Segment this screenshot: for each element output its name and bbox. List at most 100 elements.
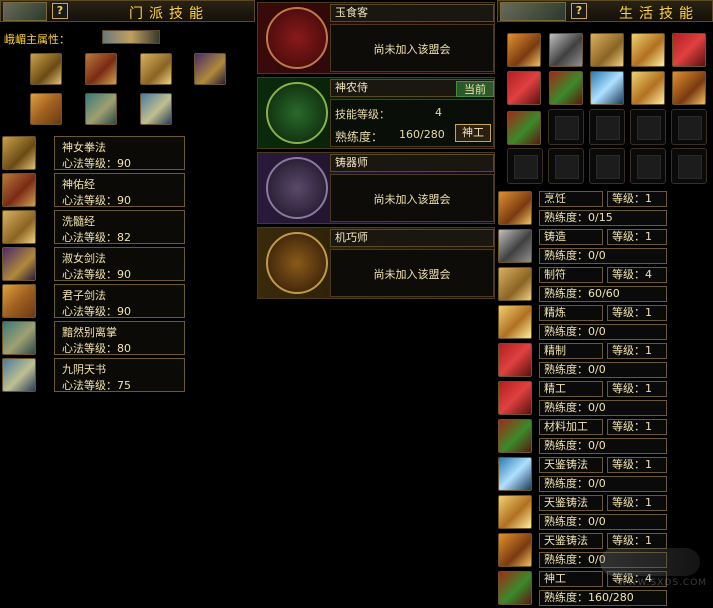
- profession-info: 技能等级： 4 熟练度： 160/280 神工: [330, 99, 494, 147]
- watermark-logo: WWW.SXDS.COM: [600, 548, 710, 592]
- skill-level-label: 技能等级：: [335, 108, 390, 121]
- sect-icon-area: [0, 45, 255, 133]
- sect-skill-row[interactable]: 黯然别离掌 心法等级：80: [54, 321, 185, 355]
- cooking-icon[interactable]: [507, 33, 541, 67]
- sect-skill-row[interactable]: 神女拳法心法等级：90: [54, 136, 185, 170]
- life-skill-level: 等级：4: [607, 267, 667, 283]
- skill-level: 心法等级：82: [62, 231, 131, 244]
- life-skill-level: 等级：1: [607, 419, 667, 435]
- profession-name: 机巧师: [330, 229, 494, 247]
- sect-skill-row[interactable]: 君子剑法心法等级：90: [54, 284, 185, 318]
- empty-slot: [671, 109, 707, 145]
- skill-book-icon[interactable]: [140, 53, 172, 85]
- skill-name: 神佑经: [62, 178, 95, 191]
- tianjian-icon[interactable]: [498, 533, 532, 567]
- shengong-icon[interactable]: [507, 111, 541, 145]
- life-skill-level: 等级：1: [607, 533, 667, 549]
- tianjian-icon[interactable]: [672, 71, 706, 105]
- sect-skill-row[interactable]: 洗髓经 心法等级：82: [54, 210, 185, 244]
- refining-icon[interactable]: [498, 305, 532, 339]
- skill-level: 心法等级：90: [62, 194, 131, 207]
- empty-slot: [630, 148, 666, 184]
- crafting-icon[interactable]: [672, 33, 706, 67]
- crafting-icon[interactable]: [498, 343, 532, 377]
- help-button[interactable]: ?: [52, 3, 68, 19]
- profession-card-current[interactable]: 神农侍 当前 技能等级： 4 熟练度： 160/280 神工: [257, 77, 495, 149]
- skill-level: 心法等级：80: [62, 342, 131, 355]
- life-skills-header: ? 生活技能: [497, 0, 713, 22]
- forging-icon[interactable]: [549, 33, 583, 67]
- skill-book-icon[interactable]: [30, 53, 62, 85]
- tianjian-icon[interactable]: [498, 457, 532, 491]
- life-skill-name: 铸造: [539, 229, 603, 245]
- skill-book-icon[interactable]: [140, 93, 172, 125]
- sect-skill-row[interactable]: 九阴天书 心法等级：75: [54, 358, 185, 392]
- skill-book-icon[interactable]: [2, 247, 36, 281]
- dragon-emblem-icon: [266, 7, 328, 69]
- sect-skills-title: 门派技能: [129, 6, 209, 22]
- craftwork-icon[interactable]: [498, 381, 532, 415]
- empty-slot: [589, 148, 625, 184]
- life-skill-level: 等级：1: [607, 229, 667, 245]
- shengong-button[interactable]: 神工: [455, 124, 491, 142]
- talisman-icon[interactable]: [590, 33, 624, 67]
- material-icon[interactable]: [549, 71, 583, 105]
- tianjian-icon[interactable]: [590, 71, 624, 105]
- watermark-text: WWW.SXDS.COM: [618, 578, 708, 588]
- talisman-icon[interactable]: [498, 267, 532, 301]
- empty-slot: [671, 148, 707, 184]
- profession-card[interactable]: 玉食客 尚未加入该盟会: [257, 2, 495, 74]
- forging-icon[interactable]: [498, 229, 532, 263]
- tianjian-icon[interactable]: [631, 71, 665, 105]
- refining-icon[interactable]: [631, 33, 665, 67]
- skill-book-icon[interactable]: [85, 53, 117, 85]
- sect-skill-row[interactable]: 神佑经心法等级：90: [54, 173, 185, 207]
- sect-skill-row[interactable]: 淑女剑法 心法等级：90: [54, 247, 185, 281]
- skill-level: 心法等级：75: [62, 379, 131, 392]
- attribute-icon: [102, 30, 160, 44]
- proficiency-value: 160/280: [399, 128, 445, 141]
- life-skill-name: 天鉴铸法: [539, 457, 603, 473]
- forge-emblem-icon: [266, 157, 328, 219]
- profession-card[interactable]: 机巧师 尚未加入该盟会: [257, 227, 495, 299]
- profession-info: 尚未加入该盟会: [330, 174, 494, 222]
- skill-book-icon[interactable]: [2, 173, 36, 207]
- life-skill-name: 神工: [539, 571, 603, 587]
- profession-card[interactable]: 铸器师 尚未加入该盟会: [257, 152, 495, 224]
- panel-thumbnail: [3, 2, 47, 21]
- skill-level: 心法等级：90: [62, 305, 131, 318]
- skill-level: 心法等级：90: [62, 157, 131, 170]
- skill-book-icon[interactable]: [2, 358, 36, 392]
- life-skill-name: 制符: [539, 267, 603, 283]
- life-skill-level: 等级：1: [607, 305, 667, 321]
- life-skill-level: 等级：1: [607, 495, 667, 511]
- cooking-icon[interactable]: [498, 191, 532, 225]
- empty-slot: [630, 109, 666, 145]
- skill-book-icon[interactable]: [30, 93, 62, 125]
- current-badge: 当前: [456, 81, 494, 97]
- skill-book-icon[interactable]: [2, 321, 36, 355]
- skill-book-icon[interactable]: [194, 53, 226, 85]
- life-skill-proficiency: 熟练度：0/0: [539, 400, 667, 416]
- life-skill-proficiency: 熟练度：0/0: [539, 476, 667, 492]
- life-skill-name: 精炼: [539, 305, 603, 321]
- life-skill-proficiency: 熟练度：0/0: [539, 514, 667, 530]
- material-icon[interactable]: [498, 419, 532, 453]
- life-skill-name: 精制: [539, 343, 603, 359]
- shengong-icon[interactable]: [498, 571, 532, 605]
- not-joined-text: 尚未加入该盟会: [373, 43, 451, 56]
- life-skill-name: 烹饪: [539, 191, 603, 207]
- skill-book-icon[interactable]: [2, 210, 36, 244]
- skill-book-icon[interactable]: [2, 136, 36, 170]
- panel-thumbnail: [500, 2, 566, 21]
- tianjian-icon[interactable]: [498, 495, 532, 529]
- help-button[interactable]: ?: [571, 3, 587, 19]
- skill-book-icon[interactable]: [2, 284, 36, 318]
- skill-book-icon[interactable]: [85, 93, 117, 125]
- profession-name: 铸器师: [330, 154, 494, 172]
- skill-name: 神女拳法: [62, 141, 106, 154]
- skill-name: 君子剑法: [62, 289, 106, 302]
- crafting-icon[interactable]: [507, 71, 541, 105]
- profession-info: 尚未加入该盟会: [330, 249, 494, 297]
- empty-slot: [589, 109, 625, 145]
